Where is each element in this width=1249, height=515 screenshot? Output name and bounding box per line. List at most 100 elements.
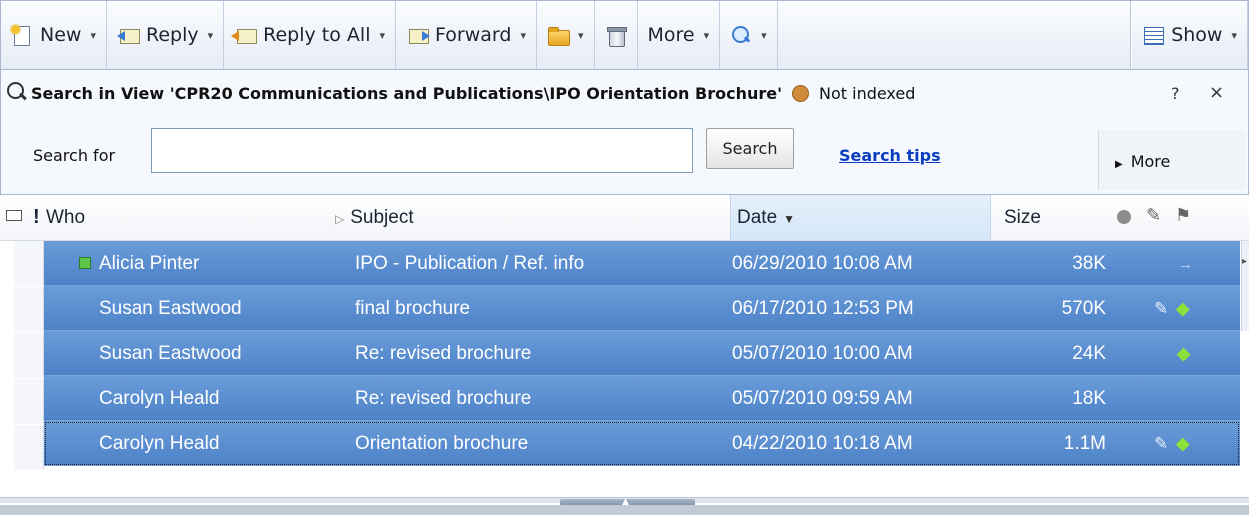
message-date: 06/29/2010 10:08 AM — [732, 253, 913, 274]
attachment-icon: ✎ — [1154, 299, 1169, 318]
search-header: Search in View 'CPR20 Communications and… — [7, 82, 916, 103]
message-date: 05/07/2010 10:00 AM — [732, 343, 913, 364]
column-size[interactable]: Size — [1004, 195, 1041, 240]
envelope-icon[interactable] — [6, 210, 22, 221]
toolbar-spacer — [778, 1, 1132, 69]
more-button[interactable]: More ▾ — [638, 1, 721, 69]
message-subject: Re: revised brochure — [355, 343, 532, 364]
attachment-icon[interactable]: ✎ — [1146, 205, 1161, 226]
status-dot-icon[interactable] — [1117, 210, 1131, 224]
delete-button[interactable] — [595, 1, 638, 69]
reading-pane-tab[interactable] — [1241, 241, 1249, 331]
search-scope-title: Search in View 'CPR20 Communications and… — [31, 84, 782, 103]
chevron-down-icon[interactable]: ▾ — [704, 29, 710, 42]
show-label: Show — [1171, 24, 1223, 46]
reply-label: Reply — [145, 24, 199, 46]
row-gutter — [14, 425, 44, 470]
reply-all-label: Reply to All — [263, 24, 371, 46]
column-date[interactable]: Date ▼ — [737, 195, 795, 240]
column-headers: ! Who ▷ Subject Date ▼ Size ✎ ⚑ — [0, 195, 1249, 241]
message-sender: Carolyn Heald — [99, 433, 220, 454]
message-sender: Carolyn Heald — [99, 388, 220, 409]
replied-arrow-icon: ◆ — [1177, 344, 1191, 363]
index-status-icon — [792, 85, 809, 102]
magnifier-icon — [7, 82, 29, 104]
chevron-down-icon[interactable]: ▾ — [761, 29, 767, 42]
reply-icon — [116, 25, 140, 45]
message-date: 05/07/2010 09:59 AM — [732, 388, 913, 409]
chevron-down-icon[interactable]: ▾ — [208, 29, 214, 42]
more-options-toggle[interactable]: ▶ More — [1115, 152, 1170, 171]
reply-button[interactable]: Reply ▾ — [107, 1, 225, 69]
column-subject-label: Subject — [350, 207, 414, 228]
new-button[interactable]: New ▾ — [1, 1, 107, 69]
show-button[interactable]: Show ▾ — [1131, 1, 1248, 69]
forward-label: Forward — [435, 24, 512, 46]
column-who[interactable]: Who — [46, 195, 85, 240]
close-search-button[interactable]: × — [1209, 82, 1224, 103]
message-size: 38K — [1072, 253, 1106, 274]
search-tips-link[interactable]: Search tips — [839, 146, 941, 165]
message-row[interactable]: Susan Eastwood Re: revised brochure 05/0… — [44, 331, 1240, 376]
more-options-label: More — [1130, 152, 1171, 171]
message-row[interactable]: Alicia Pinter IPO - Publication / Ref. i… — [44, 241, 1240, 286]
importance-icon[interactable]: ! — [33, 195, 40, 240]
folder-icon — [547, 25, 570, 46]
message-status-icons: → — [1144, 241, 1204, 286]
search-button[interactable]: Search — [706, 128, 794, 169]
flag-icon[interactable]: ⚑ — [1175, 205, 1191, 226]
message-status-icons: ✎ ◆ — [1144, 421, 1204, 466]
forward-button[interactable]: Forward ▾ — [396, 1, 537, 69]
chevron-down-icon[interactable]: ▾ — [1231, 29, 1237, 42]
message-status-icons: ✎ ◆ — [1144, 286, 1204, 331]
row-gutter — [14, 241, 44, 286]
message-subject: Re: revised brochure — [355, 388, 532, 409]
message-row[interactable]: Susan Eastwood final brochure 06/17/2010… — [44, 286, 1240, 331]
message-size: 1.1M — [1063, 433, 1106, 454]
message-row[interactable]: Carolyn Heald Re: revised brochure 05/07… — [44, 376, 1240, 421]
index-status-text: Not indexed — [819, 84, 916, 103]
folder-button[interactable]: ▾ — [537, 1, 595, 69]
column-subject[interactable]: ▷ Subject — [335, 195, 414, 240]
message-date: 04/22/2010 10:18 AM — [732, 433, 913, 454]
help-button[interactable]: ? — [1171, 84, 1180, 103]
search-bar: Search in View 'CPR20 Communications and… — [0, 70, 1249, 195]
message-sender: Alicia Pinter — [99, 253, 200, 274]
replied-arrow-icon: ◆ — [1176, 299, 1190, 318]
search-input[interactable] — [151, 128, 693, 173]
chevron-down-icon[interactable]: ▾ — [520, 29, 526, 42]
message-subject: final brochure — [355, 298, 471, 319]
message-size: 24K — [1072, 343, 1106, 364]
search-toolbar-button[interactable]: ▾ — [720, 1, 778, 69]
new-label: New — [40, 24, 82, 46]
column-date-label: Date — [737, 207, 778, 228]
status-strip — [0, 505, 1249, 515]
message-size: 18K — [1072, 388, 1106, 409]
sort-descending-icon: ▼ — [783, 212, 796, 226]
chevron-down-icon[interactable]: ▾ — [90, 29, 96, 42]
expand-triangle-icon: ▶ — [1115, 159, 1123, 170]
chevron-down-icon[interactable]: ▾ — [379, 29, 385, 42]
message-subject: IPO - Publication / Ref. info — [355, 253, 585, 274]
forward-icon — [406, 25, 431, 45]
more-label: More — [647, 24, 695, 46]
new-document-icon — [11, 25, 33, 46]
reply-all-icon — [231, 25, 258, 45]
toolbar: New ▾ Reply ▾ Reply to All ▾ Forward ▾ ▾… — [0, 0, 1249, 70]
reply-all-button[interactable]: Reply to All ▾ — [224, 1, 397, 69]
message-list: Alicia Pinter IPO - Publication / Ref. i… — [0, 241, 1249, 470]
row-gutter — [14, 379, 44, 424]
expand-right-icon[interactable]: ▸ — [1242, 256, 1247, 267]
expand-triangle-icon: ▷ — [335, 212, 345, 226]
message-row[interactable]: Carolyn Heald Orientation brochure 04/22… — [44, 421, 1240, 466]
forwarded-arrow-icon: → — [1178, 256, 1193, 273]
chevron-down-icon[interactable]: ▾ — [578, 29, 584, 42]
message-sender: Susan Eastwood — [99, 343, 242, 364]
replied-arrow-icon: ◆ — [1176, 434, 1190, 453]
message-status-icons: ◆ — [1144, 331, 1204, 376]
search-for-label: Search for — [33, 146, 116, 165]
message-sender: Susan Eastwood — [99, 298, 242, 319]
message-size: 570K — [1061, 298, 1106, 319]
show-list-icon — [1142, 25, 1165, 45]
unread-marker-icon — [79, 257, 91, 269]
